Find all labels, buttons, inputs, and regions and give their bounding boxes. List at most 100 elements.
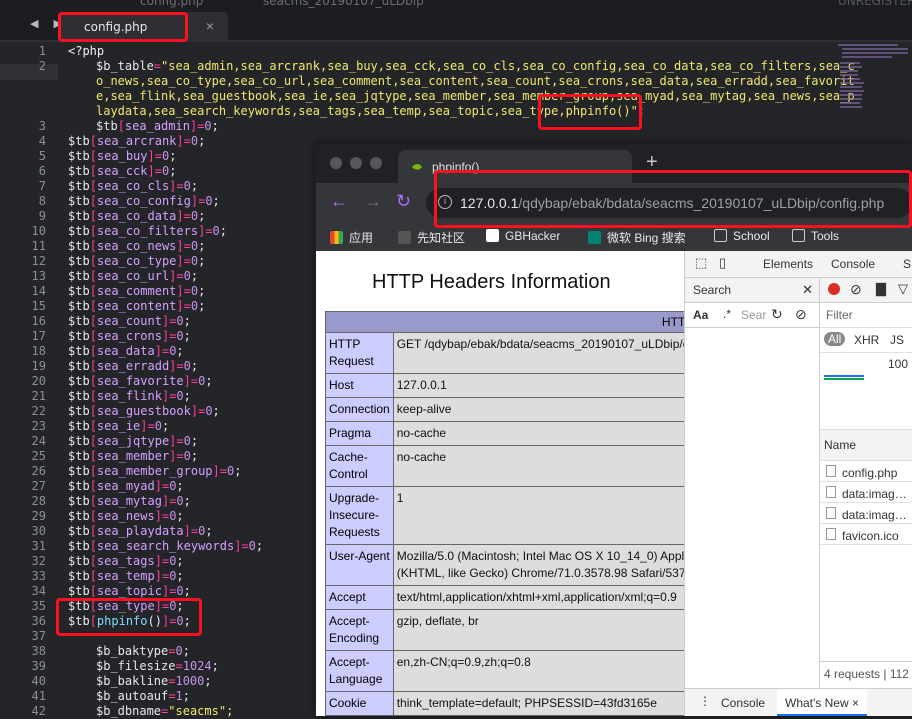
header-value: GET /qdybap/ebak/bdata/seacms_20190107_u… [392, 332, 684, 374]
line-number: 22 [31, 404, 46, 418]
drawer-tab-console[interactable]: Console [721, 696, 765, 710]
code-token: 0 [176, 389, 184, 403]
bookmark-apps[interactable]: 应用 [330, 229, 373, 246]
window-zoom-button[interactable] [370, 157, 382, 169]
clear-icon[interactable]: ⊘ [795, 306, 807, 323]
code-token: $tb [68, 479, 90, 493]
code-token: ; [212, 404, 220, 418]
forward-arrow-icon[interactable]: → [364, 191, 382, 212]
close-icon[interactable]: ✕ [802, 282, 813, 298]
code-token: = [176, 434, 184, 448]
clear-icon[interactable]: ⊘ [850, 281, 862, 298]
code-token: ] [190, 194, 199, 208]
tb-key: sea_admin [124, 119, 190, 133]
code-token: ] [190, 404, 199, 418]
tb-key: sea_playdata [96, 524, 184, 538]
bak-var-name: $b_autoauf [96, 689, 169, 703]
code-line: $tb[sea_mytag]=0; [68, 494, 191, 509]
code-token: ; [198, 254, 206, 268]
line-number: 33 [31, 569, 46, 583]
refresh-icon[interactable]: ↻ [771, 306, 783, 323]
filter-input[interactable]: Filter [826, 308, 853, 322]
code-token: = [183, 134, 191, 148]
bookmark-bing[interactable]: 微软 Bing 搜索 [588, 229, 686, 246]
code-line: $tb[sea_member]=0; [68, 449, 198, 464]
filter-icon[interactable]: ▽ [898, 281, 908, 297]
code-token: $tb [68, 419, 90, 433]
code-token: [ [89, 329, 97, 343]
tb-key: sea_co_config [96, 194, 191, 208]
code-line: $b_autoauf=1; [96, 689, 190, 704]
table-row: Cookie think_template=default; PHPSESSID=… [325, 691, 684, 716]
code-token: = [154, 164, 162, 178]
tab-sources[interactable]: S [903, 257, 911, 271]
code-line: $tb[sea_flink]=0; [68, 389, 191, 404]
search-input[interactable]: Search [741, 308, 767, 322]
table-row: HTTP Request GET /qdybap/ebak/bdata/seacm… [325, 332, 684, 374]
code-token: ] [176, 284, 184, 298]
line-number: 16 [31, 314, 46, 328]
table-row: Upgrade-Insecure-Requests 1 [325, 486, 684, 545]
devtools-tabbar: ⬚ ▯ Elements Console S [685, 251, 912, 278]
window-minimize-button[interactable] [350, 157, 362, 169]
drawer-menu-icon[interactable]: ⋮ [699, 694, 711, 708]
code-token: [ [89, 539, 97, 553]
code-token: $tb [68, 164, 90, 178]
match-case-button[interactable]: Aa [693, 308, 708, 322]
timeline-bar [824, 375, 864, 377]
tb-key: sea_co_cls [96, 179, 170, 193]
devtools-drawer-tabs: ⋮ Console What's New × [685, 688, 912, 716]
tab-elements[interactable]: Elements [763, 257, 813, 271]
type-all-button[interactable]: All [824, 332, 846, 346]
tb-key: sea_mytag [96, 494, 162, 508]
type-xhr-button[interactable]: XHR [854, 333, 879, 347]
code-line: $tb[sea_playdata]=0; [68, 524, 213, 539]
reload-icon[interactable]: ↻ [396, 191, 411, 212]
bookmark-gbhacker[interactable]: GBHacker [486, 229, 560, 243]
code-token: $tb [68, 464, 90, 478]
code-token: ; [182, 644, 190, 658]
page-content: HTTP Headers Information HTTP Request He… [316, 251, 684, 716]
bak-var-name: $b_bakline [96, 674, 169, 688]
code-token: ; [161, 419, 170, 433]
network-request-row[interactable]: favicon.ico [820, 524, 912, 545]
tb-key: sea_arcrank [96, 134, 177, 148]
code-line: $tb[sea_buy]=0; [68, 149, 176, 164]
code-line: $tb[sea_co_config]=0; [68, 194, 220, 209]
code-line: $b_filesize=1024; [96, 659, 219, 674]
b-table-string: laydata,sea_search_keywords,sea_tags,sea… [96, 104, 559, 118]
network-request-row[interactable]: data:imag… [820, 503, 912, 524]
device-toolbar-icon[interactable]: ▯ [719, 255, 726, 271]
code-token: [ [89, 434, 97, 448]
bookmark-tools[interactable]: Tools [792, 229, 839, 243]
name-column-header[interactable]: Name [820, 430, 912, 461]
code-token: $tb [68, 314, 90, 328]
code-token: = [176, 359, 184, 373]
close-icon[interactable]: × [852, 696, 859, 710]
close-icon[interactable]: × [206, 18, 214, 34]
bookmark-xianzhi[interactable]: 先知社区 [398, 229, 465, 246]
network-request-row[interactable]: config.php [820, 461, 912, 482]
code-token: = [190, 374, 199, 388]
code-token: ; [183, 584, 191, 598]
network-request-row[interactable]: data:imag… [820, 482, 912, 503]
window-close-button[interactable] [330, 157, 342, 169]
record-icon[interactable] [828, 283, 840, 295]
tb-key: sea_co_news [96, 239, 177, 253]
header-value: 1 [392, 486, 684, 545]
drawer-tab-whats-new[interactable]: What's New × [777, 689, 867, 716]
type-js-button[interactable]: JS [890, 333, 904, 347]
camera-icon[interactable]: ▇ [876, 281, 886, 297]
bak-var-value: 1000 [175, 674, 205, 688]
code-token: [ [89, 254, 97, 268]
line-number [0, 104, 46, 119]
line-number: 9 [38, 209, 46, 223]
tb-key: sea_topic [96, 584, 162, 598]
tab-console[interactable]: Console [831, 257, 875, 271]
code-token: ; [212, 194, 220, 208]
tb-key: sea_co_filters [96, 224, 199, 238]
back-arrow-icon[interactable]: ← [330, 191, 348, 212]
regex-button[interactable]: .* [723, 307, 731, 321]
inspect-icon[interactable]: ⬚ [695, 255, 707, 271]
bookmark-school[interactable]: School [714, 229, 770, 243]
